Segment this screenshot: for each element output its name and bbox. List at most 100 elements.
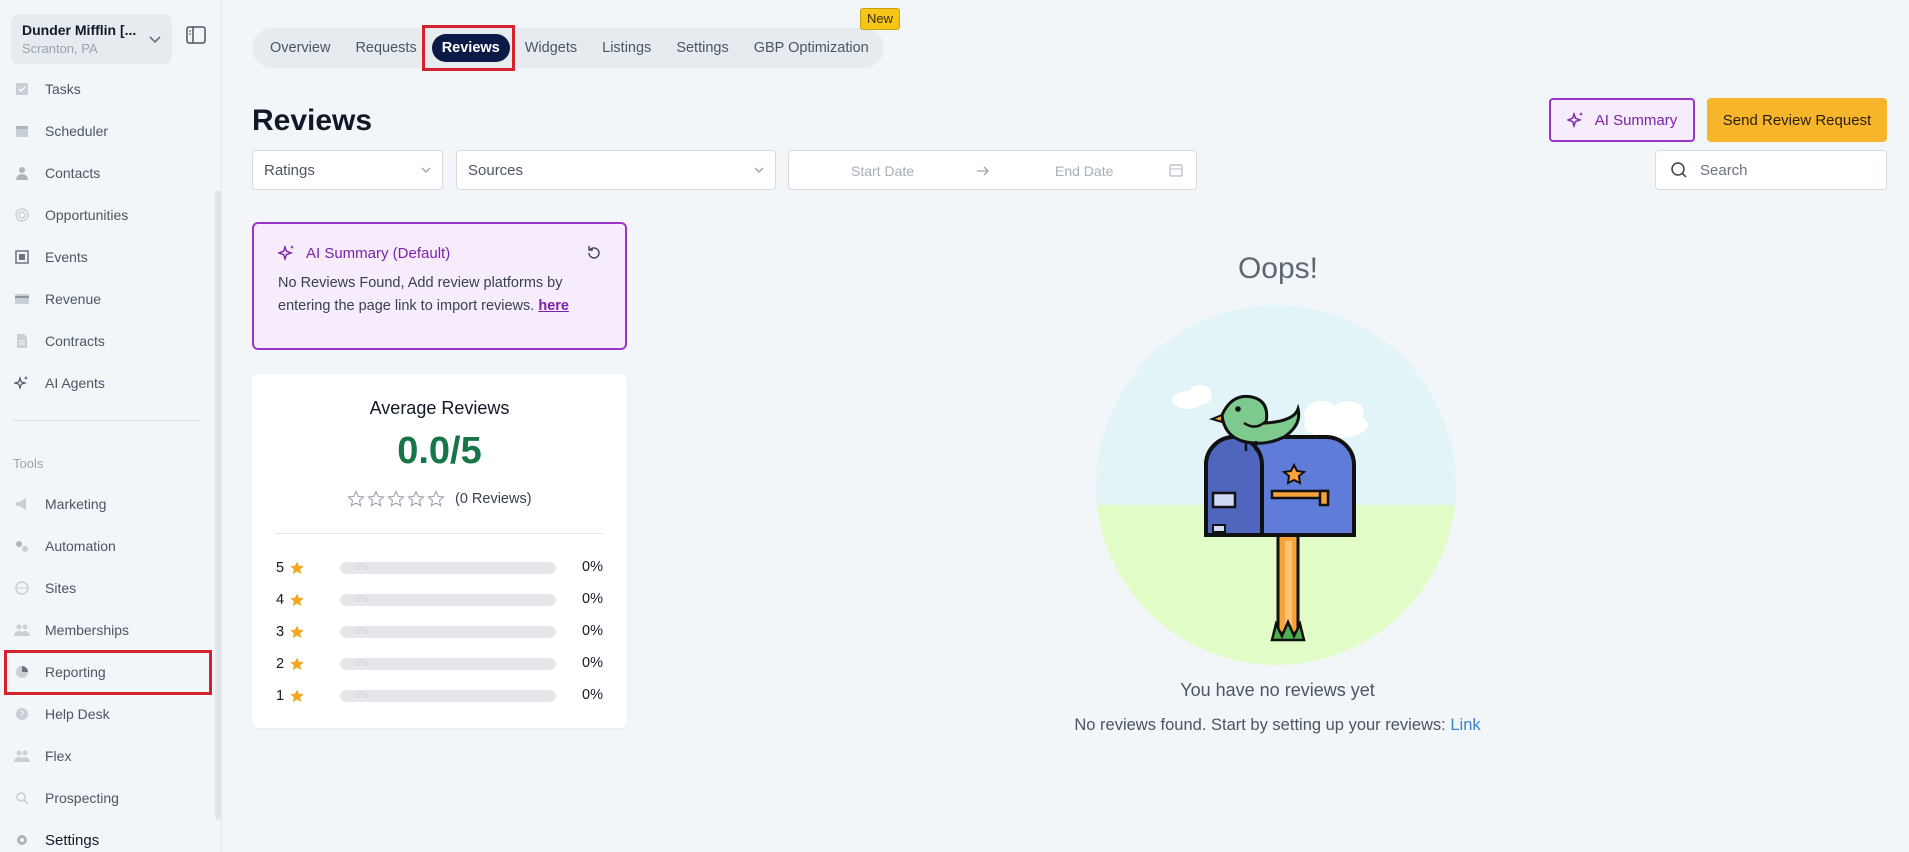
- sparkle-icon: [278, 244, 294, 262]
- sidebar-item-label: Contacts: [45, 165, 101, 181]
- mailbox-illustration: [1096, 305, 1456, 665]
- rating-star-count: 4: [276, 592, 285, 608]
- sidebar-item-events[interactable]: Events: [13, 239, 209, 275]
- ai-summary-message: No Reviews Found, Add review platforms b…: [278, 275, 563, 314]
- card-divider: [276, 533, 603, 534]
- sidebar-item-label: Tasks: [45, 81, 81, 97]
- rating-row: 3 0% 0%: [276, 622, 603, 642]
- import-reviews-link[interactable]: here: [538, 298, 569, 314]
- rating-progress-bar: 0%: [340, 658, 556, 670]
- account-switcher[interactable]: Dunder Mifflin [... Scranton, PA: [11, 14, 172, 64]
- sources-select[interactable]: Sources: [456, 150, 776, 190]
- sidebar-item-sites[interactable]: Sites: [13, 570, 209, 606]
- rating-progress-label: 0%: [354, 690, 369, 701]
- sidebar-item-help-desk[interactable]: ? Help Desk: [13, 696, 209, 732]
- new-badge: New: [860, 8, 901, 30]
- tab-widgets[interactable]: Widgets: [515, 34, 587, 62]
- sidebar-item-revenue[interactable]: Revenue: [13, 281, 209, 317]
- sidebar-item-scheduler[interactable]: Scheduler: [13, 113, 209, 149]
- sidebar-item-marketing[interactable]: Marketing: [13, 486, 209, 522]
- sidebar-item-automation[interactable]: Automation: [13, 528, 209, 564]
- tab-gbp-optimization[interactable]: GBP Optimization: [744, 34, 879, 62]
- sparkle-icon: [13, 374, 31, 392]
- star-icon: [290, 593, 304, 606]
- refresh-icon[interactable]: [585, 244, 603, 262]
- sidebar-item-label: Flex: [45, 748, 72, 764]
- sidebar-item-prospecting[interactable]: Prospecting: [13, 780, 209, 816]
- sidebar-item-label: Events: [45, 249, 88, 265]
- sidebar-item-ai-agents[interactable]: AI Agents: [13, 365, 209, 401]
- rating-progress-label: 0%: [354, 562, 369, 573]
- tab-settings[interactable]: Settings: [666, 34, 738, 62]
- empty-state-message: No reviews found. Start by setting up yo…: [1074, 716, 1446, 734]
- send-review-request-button[interactable]: Send Review Request: [1707, 98, 1887, 142]
- globe-icon: [13, 579, 31, 597]
- sidebar-scrollbar[interactable]: [215, 190, 221, 820]
- review-count: (0 Reviews): [455, 491, 532, 507]
- search-input[interactable]: [1700, 161, 1870, 179]
- page-title: Reviews: [252, 104, 373, 137]
- magnifier-icon: [13, 789, 31, 807]
- sidebar-item-label: Automation: [45, 538, 116, 554]
- ai-summary-text: No Reviews Found, Add review platforms b…: [278, 272, 601, 318]
- ratings-select-value: Ratings: [264, 161, 315, 179]
- ai-summary-title: AI Summary (Default): [306, 244, 451, 262]
- help-icon: ?: [13, 705, 31, 723]
- sidebar-item-label: Revenue: [45, 291, 102, 307]
- rating-progress-label: 0%: [354, 594, 369, 605]
- card-icon: [13, 290, 31, 308]
- sparkle-icon: [1566, 111, 1583, 129]
- sidebar-divider: [13, 420, 200, 421]
- sidebar-item-label: Prospecting: [45, 790, 119, 806]
- rating-progress-label: 0%: [354, 626, 369, 637]
- rating-progress-label: 0%: [354, 658, 369, 669]
- tab-overview[interactable]: Overview: [260, 34, 340, 62]
- star-outline-icon: [407, 490, 425, 507]
- search-icon: [1671, 162, 1687, 178]
- rating-progress-bar: 0%: [340, 594, 556, 606]
- sidebar-item-tasks[interactable]: Tasks: [13, 71, 209, 107]
- empty-state-text: No reviews found. Start by setting up yo…: [1000, 716, 1555, 735]
- svg-text:?: ?: [20, 710, 24, 719]
- sidebar-item-memberships[interactable]: Memberships: [13, 612, 209, 648]
- average-reviews-card: Average Reviews 0.0/5 (0 Reviews) 5 0% 0% 4…: [252, 374, 627, 728]
- setup-reviews-link[interactable]: Link: [1450, 716, 1480, 734]
- rating-row: 4 0% 0%: [276, 590, 603, 610]
- task-icon: [13, 80, 31, 98]
- sidebar-item-label: Memberships: [45, 622, 130, 638]
- ai-summary-card: AI Summary (Default) No Reviews Found, A…: [252, 222, 627, 350]
- tab-listings[interactable]: Listings: [592, 34, 661, 62]
- tab-requests[interactable]: Requests: [345, 34, 426, 62]
- start-date-input[interactable]: Start Date: [851, 163, 914, 179]
- target-icon: [13, 206, 31, 224]
- arrow-right-icon: [977, 166, 989, 176]
- ratings-select[interactable]: Ratings: [252, 150, 443, 190]
- rating-percent: 0%: [582, 687, 603, 703]
- calendar-icon: [13, 122, 31, 140]
- rating-progress-bar: 0%: [340, 562, 556, 574]
- star-icon: [290, 657, 304, 670]
- empty-state-title: You have no reviews yet: [1180, 680, 1375, 700]
- sidebar-item-contracts[interactable]: Contracts: [13, 323, 209, 359]
- empty-state-heading: Oops!: [1237, 252, 1319, 285]
- ai-summary-button[interactable]: AI Summary: [1549, 98, 1695, 142]
- date-range-picker[interactable]: Start Date End Date: [788, 150, 1197, 190]
- rating-row: 5 0% 0%: [276, 558, 603, 578]
- highlight-box: [4, 650, 212, 695]
- top-tabs: Overview Requests Reviews Widgets Listin…: [252, 28, 884, 68]
- star-outline-icon: [347, 490, 365, 507]
- ai-summary-label: AI Summary: [1594, 111, 1678, 129]
- rating-percent: 0%: [582, 559, 603, 575]
- sidebar-toggle-icon[interactable]: [186, 26, 206, 44]
- sidebar-item-flex[interactable]: Flex: [13, 738, 209, 774]
- rating-percent: 0%: [582, 655, 603, 671]
- sidebar-item-opportunities[interactable]: Opportunities: [13, 197, 209, 233]
- rating-percent: 0%: [582, 623, 603, 639]
- sidebar-item-contacts[interactable]: Contacts: [13, 155, 209, 191]
- rating-star-count: 2: [276, 656, 285, 672]
- chevron-down-icon: [149, 36, 161, 44]
- sidebar-item-settings[interactable]: Settings: [13, 822, 209, 852]
- sidebar-item-label: Settings: [45, 831, 100, 849]
- search-box[interactable]: [1655, 150, 1887, 190]
- end-date-input[interactable]: End Date: [1055, 163, 1113, 179]
